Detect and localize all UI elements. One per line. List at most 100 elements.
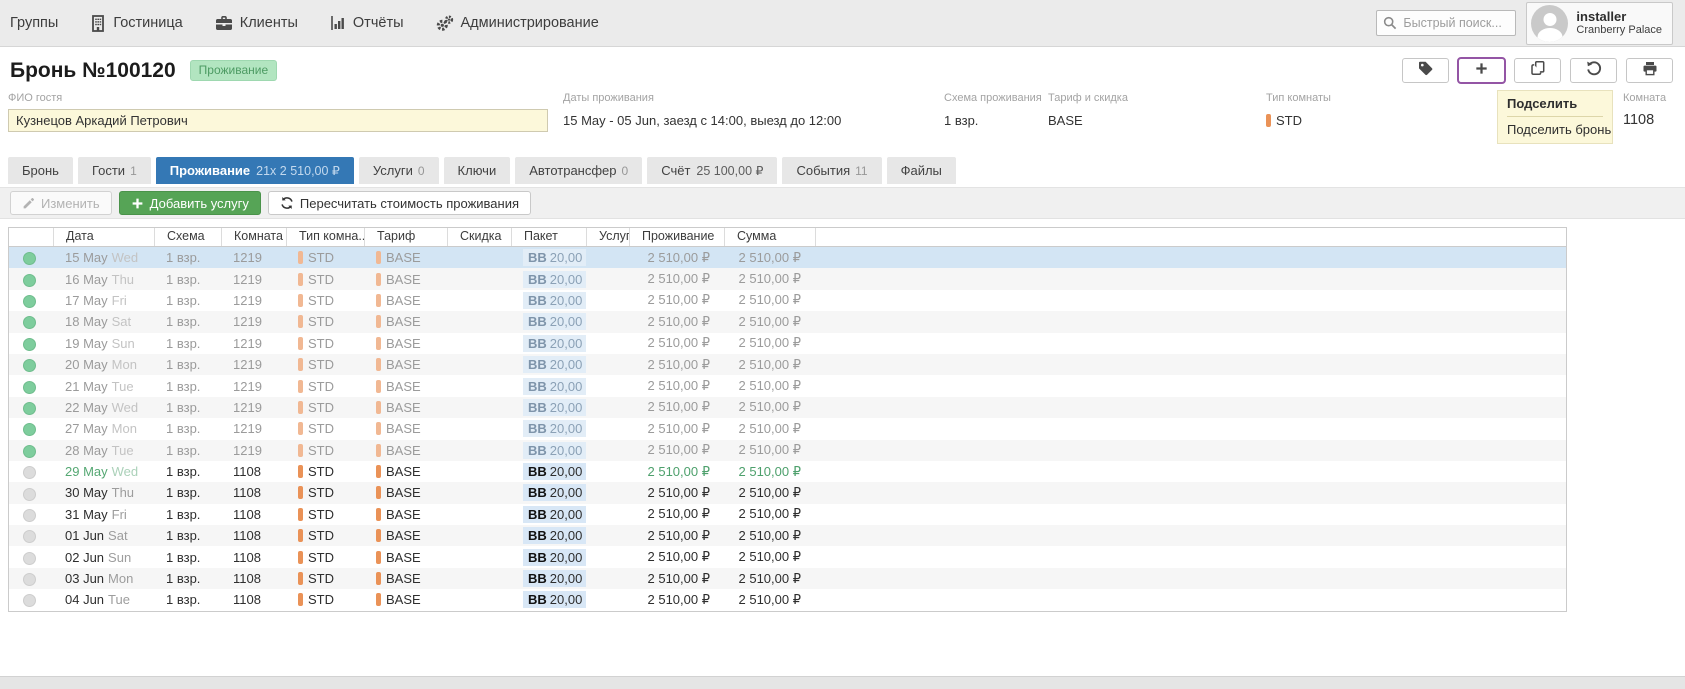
cell-scheme: 1 взр.: [154, 379, 221, 394]
cell-room-type: STD: [286, 550, 364, 565]
cell-package: BB20,00 ₽: [511, 570, 586, 587]
table-row[interactable]: 31 MayFri1 взр.1108STDBASEBB20,00 ₽2 510…: [9, 504, 1566, 525]
table-row[interactable]: 15 MayWed1 взр.1219STDBASEBB20,00 ₽2 510…: [9, 247, 1566, 268]
column-header-package[interactable]: Пакет: [511, 228, 586, 246]
tab-files[interactable]: Файлы: [887, 157, 956, 184]
share-booking-link[interactable]: Подселить бронь: [1507, 117, 1603, 137]
tariff-value: BASE: [386, 443, 421, 458]
cell-room: 1108: [221, 592, 286, 607]
tab-stay[interactable]: Проживание21x 2 510,00 ₽: [156, 157, 354, 184]
column-header-room[interactable]: Комната: [221, 228, 286, 246]
tab-count: 0: [418, 164, 425, 178]
table-row[interactable]: 22 MayWed1 взр.1219STDBASEBB20,00 ₽2 510…: [9, 397, 1566, 418]
tariff-value: BASE: [386, 272, 421, 287]
package-chip: BB20,00 ₽: [523, 292, 586, 309]
nav-item-admin[interactable]: Администрирование: [436, 15, 599, 32]
cell-scheme: 1 взр.: [154, 592, 221, 607]
tariff-value: BASE: [386, 528, 421, 543]
nav-item-reports[interactable]: Отчёты: [330, 15, 404, 31]
cell-price: 2 510,00 ₽: [629, 378, 724, 394]
nav-item-hotel[interactable]: Гостиница: [90, 15, 182, 32]
cell-package: BB20,00 ₽: [511, 356, 586, 373]
add-button[interactable]: [1458, 58, 1505, 83]
room-type-value: STD: [308, 400, 334, 415]
table-row[interactable]: 02 JunSun1 взр.1108STDBASEBB20,00 ₽2 510…: [9, 546, 1566, 567]
search-input[interactable]: [1376, 10, 1516, 36]
cell-tariff: BASE: [364, 464, 447, 479]
date-value: 15 May: [65, 250, 108, 265]
column-header-total[interactable]: Сумма: [724, 228, 815, 246]
cell-dot: [9, 421, 53, 436]
cell-room: 1219: [221, 336, 286, 351]
cell-date: 03 JunMon: [53, 571, 154, 586]
room-type-marker: [298, 508, 303, 521]
cell-scheme: 1 взр.: [154, 485, 221, 500]
tariff-value: BASE: [1048, 109, 1266, 128]
guest-name-field[interactable]: [8, 109, 548, 132]
room-type-marker: [298, 572, 303, 585]
table-row[interactable]: 16 MayThu1 взр.1219STDBASEBB20,00 ₽2 510…: [9, 268, 1566, 289]
cell-price: 2 510,00 ₽: [629, 357, 724, 373]
print-button[interactable]: [1626, 58, 1673, 83]
table-row[interactable]: 17 MayFri1 взр.1219STDBASEBB20,00 ₽2 510…: [9, 290, 1566, 311]
tab-guests[interactable]: Гости1: [78, 157, 151, 184]
room-type-value: STD: [308, 357, 334, 372]
share-link[interactable]: Подселить: [1507, 96, 1603, 117]
column-header-room-type[interactable]: Тип комна...: [286, 228, 364, 246]
column-header-price[interactable]: Проживание: [629, 228, 724, 246]
table-row[interactable]: 29 MayWed1 взр.1108STDBASEBB20,00 ₽2 510…: [9, 461, 1566, 482]
cell-date: 18 MaySat: [53, 314, 154, 329]
table-row[interactable]: 04 JunTue1 взр.1108STDBASEBB20,00 ₽2 510…: [9, 589, 1566, 610]
table-row[interactable]: 20 MayMon1 взр.1219STDBASEBB20,00 ₽2 510…: [9, 354, 1566, 375]
cell-date: 22 MayWed: [53, 400, 154, 415]
nav-item-clients[interactable]: Клиенты: [215, 15, 298, 31]
cell-total: 2 510,00 ₽: [724, 292, 815, 308]
table-row[interactable]: 18 MaySat1 взр.1219STDBASEBB20,00 ₽2 510…: [9, 311, 1566, 332]
copy-button[interactable]: [1514, 58, 1561, 83]
package-code: BB: [528, 507, 547, 522]
package-amount: 20,00 ₽: [550, 464, 586, 479]
history-button[interactable]: [1570, 58, 1617, 83]
tab-keys[interactable]: Ключи: [444, 157, 511, 184]
tab-events[interactable]: События11: [782, 157, 881, 184]
cell-scheme: 1 взр.: [154, 464, 221, 479]
table-row[interactable]: 03 JunMon1 взр.1108STDBASEBB20,00 ₽2 510…: [9, 568, 1566, 589]
table-row[interactable]: 28 MayTue1 взр.1219STDBASEBB20,00 ₽2 510…: [9, 440, 1566, 461]
table-row[interactable]: 19 MaySun1 взр.1219STDBASEBB20,00 ₽2 510…: [9, 333, 1566, 354]
recalculate-button[interactable]: Пересчитать стоимость проживания: [268, 191, 531, 215]
cell-scheme: 1 взр.: [154, 272, 221, 287]
edit-button[interactable]: Изменить: [10, 191, 112, 215]
table-row[interactable]: 01 JunSat1 взр.1108STDBASEBB20,00 ₽2 510…: [9, 525, 1566, 546]
tab-booking[interactable]: Бронь: [8, 157, 73, 184]
tag-button[interactable]: [1402, 58, 1449, 83]
room-type-marker: [298, 465, 303, 478]
table-row[interactable]: 30 MayThu1 взр.1108STDBASEBB20,00 ₽2 510…: [9, 482, 1566, 503]
column-header-discount[interactable]: Скидка: [447, 228, 511, 246]
column-header-services[interactable]: Услуги: [586, 228, 629, 246]
column-header-tariff[interactable]: Тариф: [364, 228, 447, 246]
status-dot-green-icon: [23, 423, 36, 436]
cell-tariff: BASE: [364, 314, 447, 329]
stay-table: ДатаСхемаКомнатаТип комна...ТарифСкидкаП…: [8, 227, 1567, 612]
cell-tariff: BASE: [364, 485, 447, 500]
weekday-value: Thu: [112, 272, 134, 287]
add-service-button[interactable]: Добавить услугу: [119, 191, 261, 215]
cell-total: 2 510,00 ₽: [724, 506, 815, 522]
table-row[interactable]: 27 MayMon1 взр.1219STDBASEBB20,00 ₽2 510…: [9, 418, 1566, 439]
package-amount: 20,00 ₽: [550, 528, 586, 543]
column-header-scheme[interactable]: Схема: [154, 228, 221, 246]
tab-invoice[interactable]: Счёт25 100,00 ₽: [647, 157, 777, 184]
table-row[interactable]: 21 MayTue1 взр.1219STDBASEBB20,00 ₽2 510…: [9, 375, 1566, 396]
status-dot-green-icon: [23, 316, 36, 329]
tab-transfer[interactable]: Автотрансфер0: [515, 157, 642, 184]
tab-label: События: [796, 163, 850, 178]
nav-item-label: Гостиница: [113, 15, 182, 31]
tariff-value: BASE: [386, 464, 421, 479]
status-dot-grey-icon: [23, 552, 36, 565]
tab-services[interactable]: Услуги0: [359, 157, 439, 184]
tariff-value: BASE: [386, 592, 421, 607]
package-code: BB: [528, 272, 547, 287]
nav-item-groups[interactable]: Группы: [10, 15, 58, 31]
user-menu[interactable]: installer Cranberry Palace: [1526, 2, 1673, 45]
column-header-date[interactable]: Дата: [53, 228, 154, 246]
